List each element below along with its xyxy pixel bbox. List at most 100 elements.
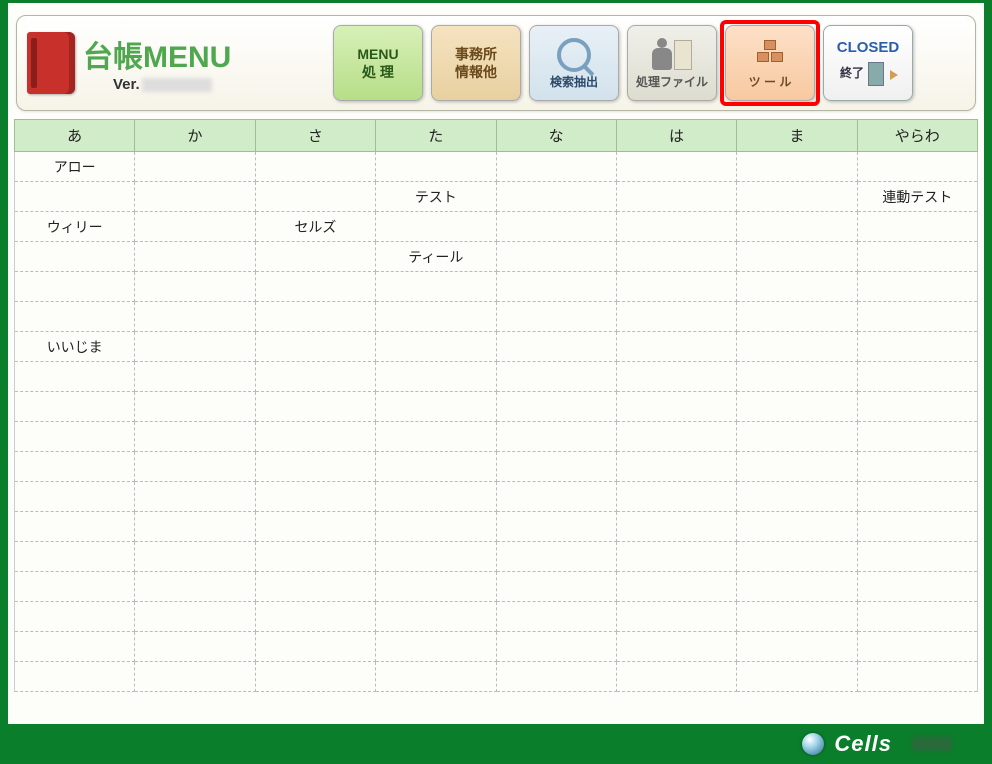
table-cell[interactable]	[135, 632, 255, 662]
table-cell[interactable]	[135, 362, 255, 392]
table-cell[interactable]	[737, 332, 857, 362]
table-cell[interactable]	[376, 602, 496, 632]
table-cell[interactable]	[376, 662, 496, 692]
table-cell[interactable]	[376, 392, 496, 422]
table-cell[interactable]	[15, 482, 135, 512]
table-cell[interactable]	[256, 392, 376, 422]
table-cell[interactable]	[858, 152, 977, 182]
table-cell[interactable]	[617, 632, 737, 662]
table-cell[interactable]	[858, 332, 977, 362]
table-cell[interactable]: ティール	[376, 242, 496, 272]
table-cell[interactable]	[135, 602, 255, 632]
table-cell[interactable]	[135, 182, 255, 212]
table-cell[interactable]	[858, 242, 977, 272]
table-cell[interactable]	[135, 302, 255, 332]
table-cell[interactable]	[15, 572, 135, 602]
table-cell[interactable]	[617, 302, 737, 332]
table-cell[interactable]	[135, 152, 255, 182]
table-cell[interactable]	[376, 212, 496, 242]
table-cell[interactable]	[497, 632, 617, 662]
table-cell[interactable]	[497, 542, 617, 572]
table-cell[interactable]	[135, 272, 255, 302]
table-cell[interactable]	[858, 572, 977, 602]
table-cell[interactable]	[497, 212, 617, 242]
table-cell[interactable]	[617, 362, 737, 392]
table-cell[interactable]	[737, 512, 857, 542]
table-cell[interactable]	[617, 272, 737, 302]
table-cell[interactable]	[737, 572, 857, 602]
table-cell[interactable]	[737, 152, 857, 182]
table-cell[interactable]	[617, 542, 737, 572]
table-cell[interactable]	[858, 302, 977, 332]
table-cell[interactable]	[256, 662, 376, 692]
table-cell[interactable]	[617, 212, 737, 242]
table-cell[interactable]	[858, 602, 977, 632]
table-cell[interactable]	[15, 272, 135, 302]
table-cell[interactable]	[858, 272, 977, 302]
table-cell[interactable]	[858, 392, 977, 422]
table-cell[interactable]	[256, 542, 376, 572]
table-cell[interactable]	[135, 662, 255, 692]
table-cell[interactable]	[256, 332, 376, 362]
table-cell[interactable]	[256, 422, 376, 452]
table-cell[interactable]	[15, 242, 135, 272]
table-cell[interactable]	[497, 452, 617, 482]
table-cell[interactable]: ウィリー	[15, 212, 135, 242]
table-cell[interactable]	[15, 662, 135, 692]
table-cell[interactable]	[15, 512, 135, 542]
table-cell[interactable]	[497, 152, 617, 182]
table-cell[interactable]	[497, 392, 617, 422]
table-cell[interactable]	[497, 302, 617, 332]
table-cell[interactable]	[15, 302, 135, 332]
tab-sa[interactable]: さ	[256, 120, 376, 151]
table-cell[interactable]	[617, 422, 737, 452]
table-cell[interactable]	[376, 302, 496, 332]
table-cell[interactable]	[376, 542, 496, 572]
table-cell[interactable]	[135, 332, 255, 362]
table-cell[interactable]	[737, 422, 857, 452]
process-file-button[interactable]: 処理ファイル	[627, 25, 717, 101]
table-cell[interactable]	[497, 182, 617, 212]
table-cell[interactable]	[858, 422, 977, 452]
table-cell[interactable]: セルズ	[256, 212, 376, 242]
table-cell[interactable]	[737, 272, 857, 302]
table-cell[interactable]	[135, 212, 255, 242]
table-cell[interactable]	[376, 572, 496, 602]
table-cell[interactable]	[737, 212, 857, 242]
table-cell[interactable]	[135, 242, 255, 272]
tab-ka[interactable]: か	[135, 120, 255, 151]
table-cell[interactable]	[256, 302, 376, 332]
table-cell[interactable]	[737, 362, 857, 392]
table-cell[interactable]	[135, 572, 255, 602]
table-cell[interactable]	[256, 602, 376, 632]
table-cell[interactable]	[256, 512, 376, 542]
table-cell[interactable]	[617, 152, 737, 182]
table-cell[interactable]	[256, 482, 376, 512]
table-cell[interactable]	[737, 182, 857, 212]
table-cell[interactable]	[376, 632, 496, 662]
table-cell[interactable]	[135, 392, 255, 422]
table-cell[interactable]	[256, 242, 376, 272]
office-info-button[interactable]: 事務所 情報他	[431, 25, 521, 101]
table-cell[interactable]	[617, 242, 737, 272]
table-cell[interactable]	[376, 332, 496, 362]
table-cell[interactable]	[376, 152, 496, 182]
table-cell[interactable]	[15, 362, 135, 392]
table-cell[interactable]	[376, 452, 496, 482]
table-cell[interactable]	[256, 152, 376, 182]
table-cell[interactable]	[617, 182, 737, 212]
table-cell[interactable]	[617, 572, 737, 602]
table-cell[interactable]	[737, 452, 857, 482]
table-cell[interactable]	[497, 242, 617, 272]
table-cell[interactable]	[15, 452, 135, 482]
table-cell[interactable]	[858, 482, 977, 512]
table-cell[interactable]	[858, 632, 977, 662]
table-cell[interactable]	[858, 662, 977, 692]
table-cell[interactable]	[617, 602, 737, 632]
table-cell[interactable]	[497, 422, 617, 452]
table-cell[interactable]	[15, 392, 135, 422]
table-cell[interactable]	[497, 572, 617, 602]
tab-yarawa[interactable]: やらわ	[858, 120, 977, 151]
table-cell[interactable]	[497, 602, 617, 632]
table-cell[interactable]	[15, 602, 135, 632]
